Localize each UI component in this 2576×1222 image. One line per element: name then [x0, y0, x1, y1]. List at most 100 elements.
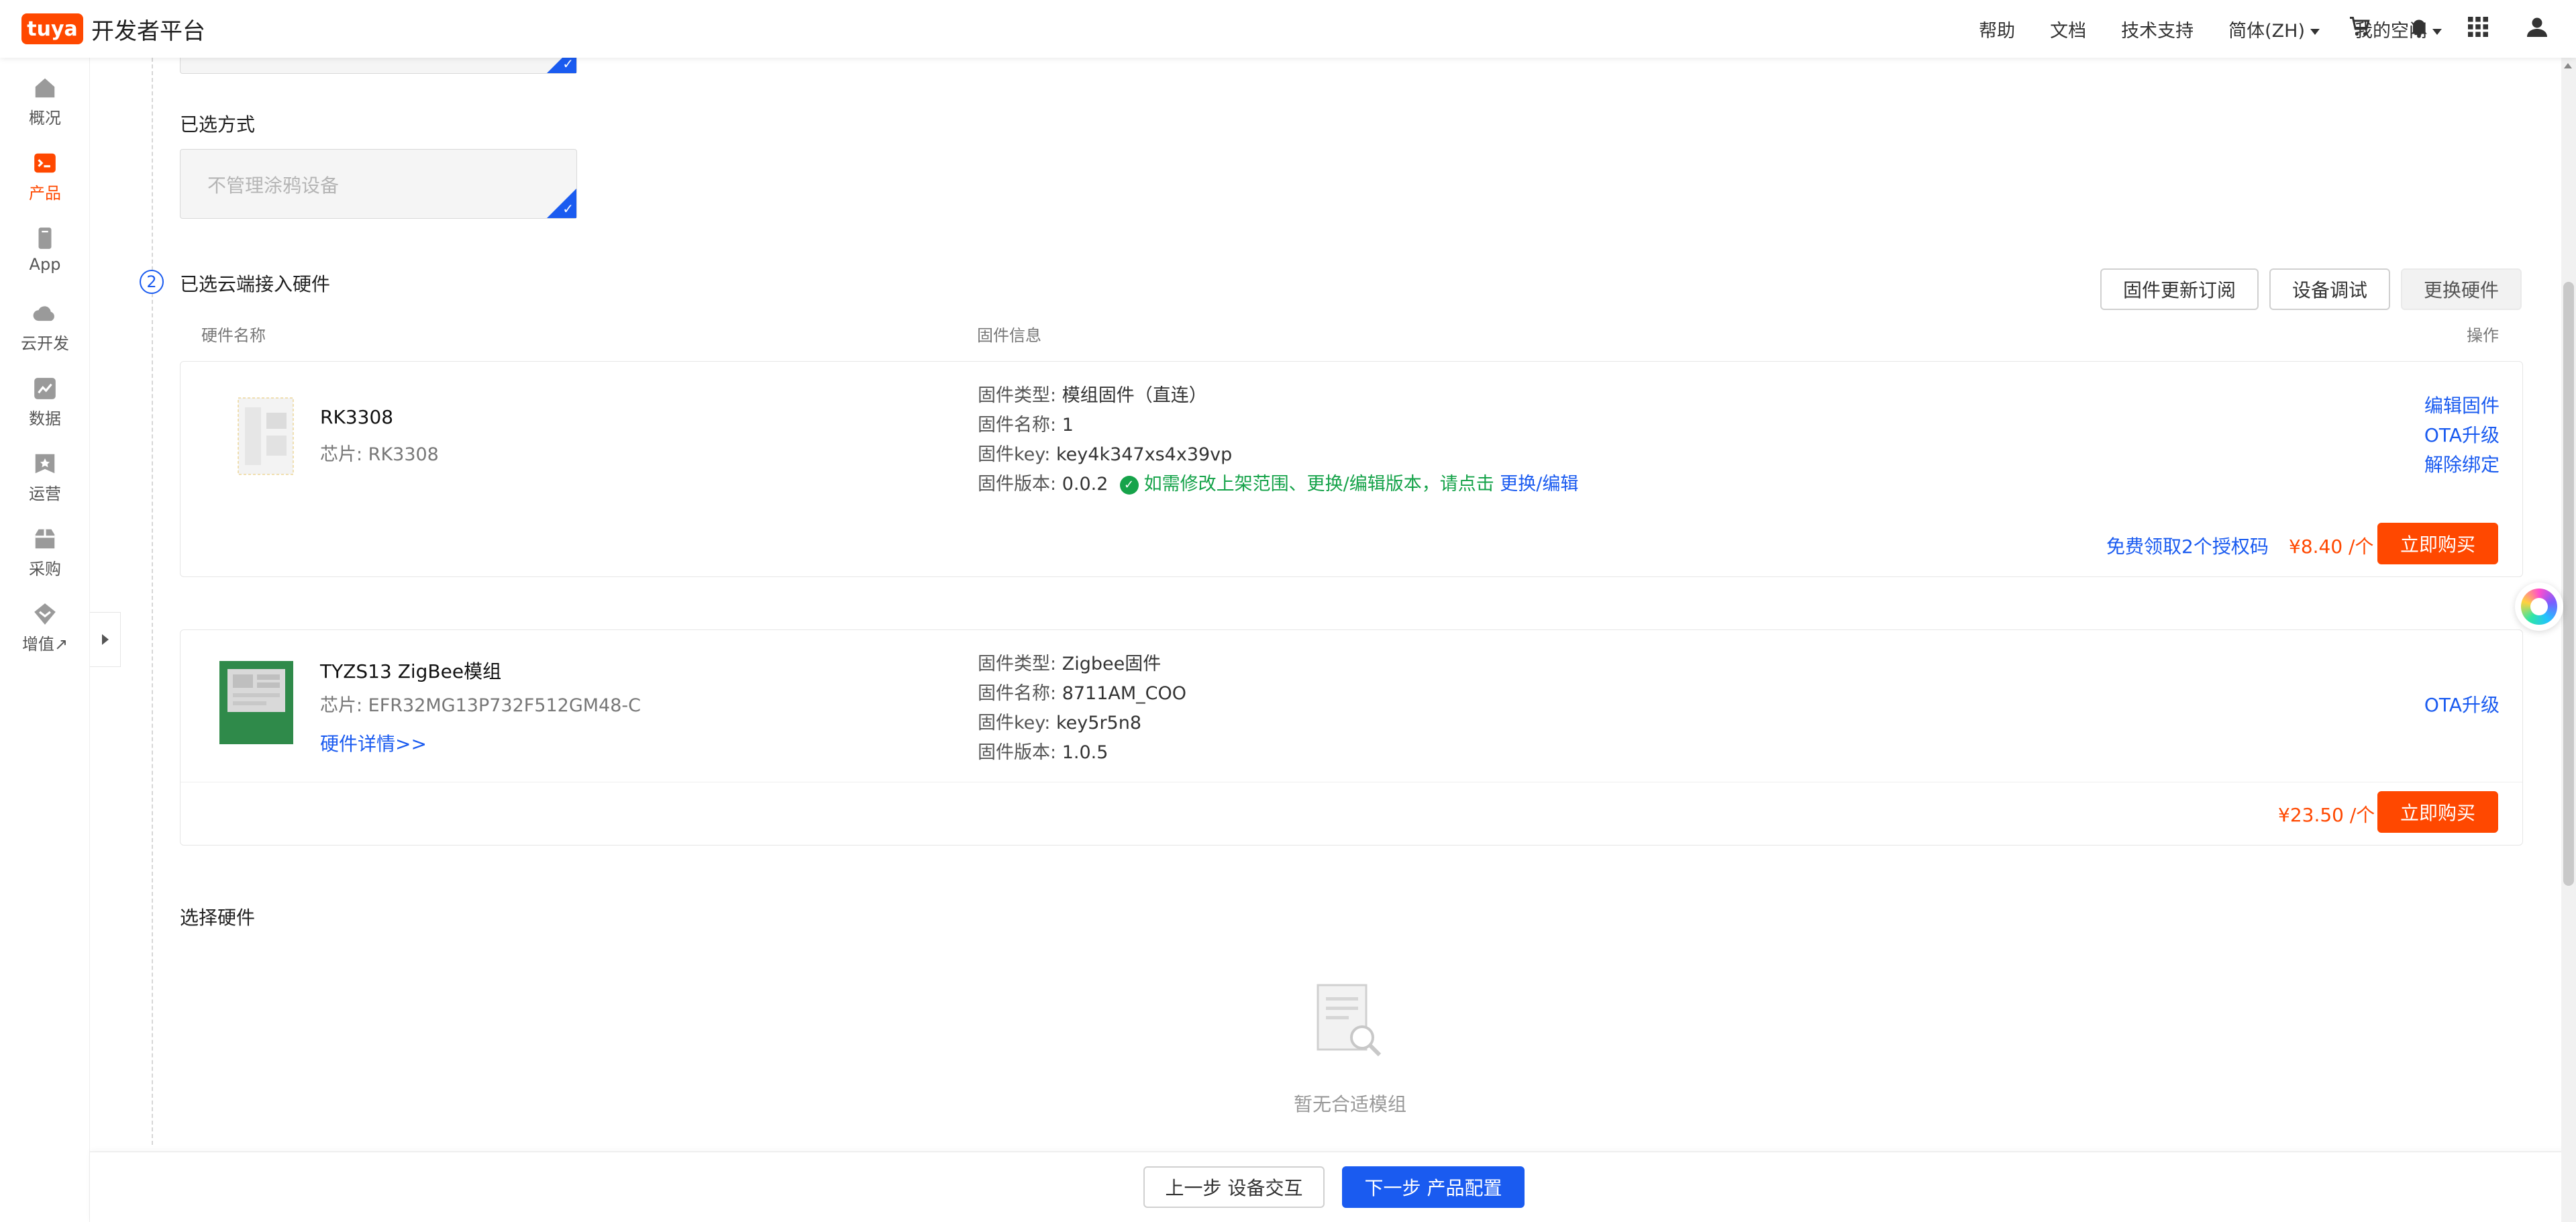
bell-icon[interactable]	[2407, 15, 2431, 44]
ai-assistant-button[interactable]	[2515, 582, 2563, 631]
bottom-action-bar	[90, 1152, 2576, 1222]
sidebar-toggle[interactable]	[90, 612, 121, 667]
firmware-type-row: 固件类型: Zigbee固件	[978, 649, 1161, 675]
selected-method-label: 已选方式	[180, 113, 256, 136]
ota-upgrade-link[interactable]: OTA升级	[2424, 421, 2500, 450]
buy-now-button[interactable]: 立即购买	[2377, 791, 2498, 833]
sidebar-item-label: 数据	[29, 409, 61, 428]
replace-edit-link[interactable]: 更换/编辑	[1500, 474, 1578, 495]
replace-hardware-button[interactable]: 更换硬件	[2401, 268, 2522, 310]
phone-icon	[38, 227, 52, 249]
col-hardware-name: 硬件名称	[201, 326, 266, 345]
next-step-button[interactable]: 下一步 产品配置	[1342, 1166, 1525, 1208]
firmware-type-value: 模组固件（直连）	[1062, 385, 1207, 406]
scrollbar[interactable]	[2561, 58, 2576, 1222]
home-icon	[35, 78, 55, 98]
apps-grid-icon[interactable]	[2466, 15, 2490, 44]
sidebar-item-label: App	[29, 255, 61, 274]
sidebar-item-label: 产品	[29, 184, 61, 203]
external-link-icon: ↗	[54, 635, 68, 654]
firmware-subscribe-button[interactable]: 固件更新订阅	[2100, 268, 2259, 310]
tech-support-link[interactable]: 技术支持	[2121, 16, 2194, 42]
ops-list: 编辑固件 OTA升级 解除绑定	[2424, 391, 2500, 480]
firmware-version-value: 0.0.2	[1062, 474, 1109, 495]
sidebar-item-label: 增值	[21, 635, 54, 654]
check-icon: ✓	[562, 56, 574, 72]
firmware-name-value: 8711AM_COO	[1062, 683, 1187, 704]
sidebar-item-purchase[interactable]: 采购	[0, 526, 90, 593]
section-title: 已选云端接入硬件	[180, 273, 331, 295]
sidebar-item-cloud-dev[interactable]: 云开发	[0, 301, 90, 368]
sidebar-item-label: 采购	[29, 560, 61, 578]
prev-step-button[interactable]: 上一步 设备交互	[1143, 1166, 1325, 1208]
firmware-key-key: 固件key:	[978, 444, 1051, 465]
top-header: tuya 开发者平台 帮助 文档 技术支持 简体(ZH) 我的空间	[0, 0, 2576, 58]
cart-icon[interactable]	[2348, 15, 2372, 44]
col-operations: 操作	[2467, 326, 2499, 345]
firmware-type-key: 固件类型:	[978, 654, 1057, 674]
edit-firmware-link[interactable]: 编辑固件	[2424, 391, 2500, 421]
top-icons	[2348, 0, 2549, 58]
step-connector-line	[152, 58, 153, 1145]
unbind-link[interactable]: 解除绑定	[2424, 450, 2500, 480]
sidebar-item-app[interactable]: App	[0, 225, 90, 293]
firmware-name-key: 固件名称:	[978, 415, 1057, 436]
firmware-key-value: key4k347xs4x39vp	[1056, 444, 1233, 465]
firmware-key-row: 固件key: key5r5n8	[978, 708, 1141, 734]
selected-method-value: 不管理涂鸦设备	[207, 174, 340, 197]
unit-price: ¥8.40 /个	[2289, 536, 2374, 558]
selected-method-box[interactable]: 不管理涂鸦设备 ✓	[180, 149, 577, 219]
firmware-type-row: 固件类型: 模组固件（直连）	[978, 380, 1207, 407]
select-hardware-title: 选择硬件	[180, 907, 256, 929]
hardware-card-tyzs13: TYZS13 ZigBee模组 芯片: EFR32MG13P732F512GM4…	[180, 629, 2523, 846]
language-label: 简体(ZH)	[2228, 20, 2305, 42]
firmware-name-row: 固件名称: 8711AM_COO	[978, 678, 1186, 705]
operation-icon	[35, 454, 55, 474]
buy-now-button[interactable]: 立即购买	[2377, 523, 2498, 564]
chevron-down-icon	[2310, 28, 2320, 35]
firmware-name-key: 固件名称:	[978, 683, 1057, 704]
device-debug-button[interactable]: 设备调试	[2269, 268, 2390, 310]
col-firmware-info: 固件信息	[977, 326, 1041, 345]
cloud-icon	[33, 306, 54, 321]
firmware-key-row: 固件key: key4k347xs4x39vp	[978, 440, 1232, 466]
user-avatar-icon[interactable]	[2525, 15, 2549, 44]
product-icon	[34, 153, 56, 173]
tuya-logo[interactable]: tuya	[21, 13, 83, 44]
firmware-version-row: 固件版本: 0.0.2 ✓ 如需修改上架范围、更换/编辑版本，请点击 更换/编辑	[978, 469, 1578, 495]
brand-name: 开发者平台	[91, 17, 205, 45]
assistant-logo-icon	[2521, 589, 2557, 625]
firmware-type-key: 固件类型:	[978, 385, 1057, 406]
language-dropdown[interactable]: 简体(ZH)	[2228, 16, 2320, 42]
ota-upgrade-link[interactable]: OTA升级	[2424, 691, 2500, 720]
purchase-icon	[35, 529, 55, 549]
sidebar-item-value-added[interactable]: 增值↗	[0, 601, 90, 668]
ops-list: OTA升级	[2424, 691, 2500, 720]
chevron-right-icon	[101, 634, 109, 645]
help-link[interactable]: 帮助	[1979, 16, 2015, 42]
hardware-details-link[interactable]: 硬件详情>>	[320, 729, 427, 756]
docs-link[interactable]: 文档	[2050, 16, 2086, 42]
hardware-name: RK3308	[320, 406, 394, 428]
free-license-link[interactable]: 免费领取2个授权码	[2106, 532, 2269, 559]
scroll-up-arrow-icon[interactable]	[2564, 63, 2572, 68]
scroll-thumb[interactable]	[2563, 282, 2574, 886]
value-added-icon	[34, 603, 56, 625]
firmware-version-value: 1.0.5	[1062, 742, 1109, 763]
chart-icon	[34, 378, 56, 399]
firmware-notice: ✓ 如需修改上架范围、更换/编辑版本，请点击 更换/编辑	[1114, 474, 1578, 495]
sidebar-item-operation[interactable]: 运营	[0, 451, 90, 518]
firmware-name-row: 固件名称: 1	[978, 410, 1074, 436]
step-number-badge: 2	[140, 270, 164, 294]
sidebar-item-product[interactable]: 产品	[0, 150, 90, 217]
firmware-version-key: 固件版本:	[978, 474, 1057, 495]
rk3308-module-image	[238, 397, 294, 475]
firmware-version-row: 固件版本: 1.0.5	[978, 737, 1108, 764]
empty-state-text: 暂无合适模组	[1294, 1093, 1407, 1115]
hardware-name: TYZS13 ZigBee模组	[320, 660, 502, 682]
hardware-chip: 芯片: RK3308	[320, 444, 439, 465]
sidebar-item-data[interactable]: 数据	[0, 376, 90, 443]
zigbee-module-image	[219, 661, 293, 744]
sidebar-item-overview[interactable]: 概况	[0, 75, 90, 142]
hardware-card-rk3308: RK3308 芯片: RK3308 固件类型: 模组固件（直连） 固件名称: 1…	[180, 361, 2523, 577]
